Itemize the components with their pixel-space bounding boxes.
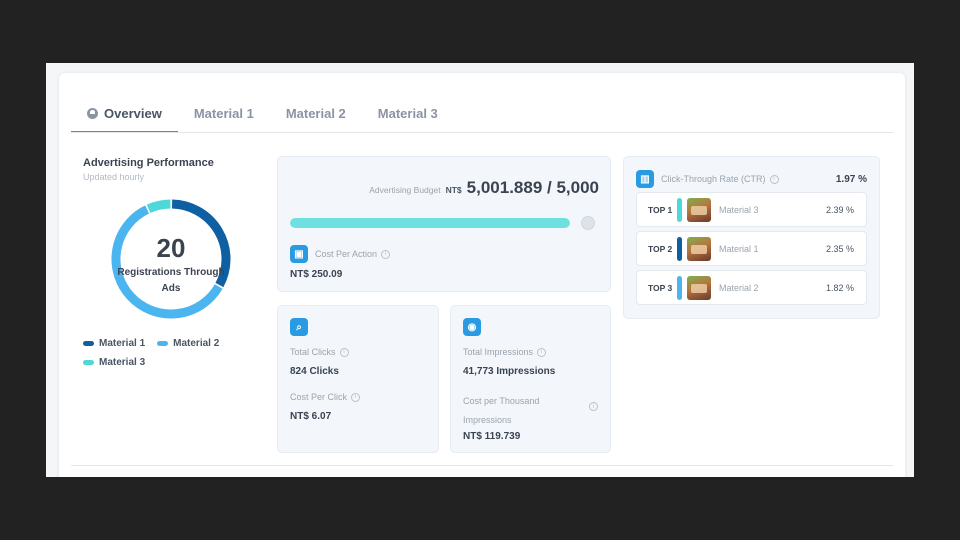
tab-label: Material 3	[377, 105, 438, 121]
eye-icon: ◉	[463, 318, 481, 336]
tab-bar: Overview Material 1 Material 2 Material …	[71, 95, 893, 133]
budget-progress-bar	[290, 218, 570, 228]
ctr-title-row: Click-Through Rate (CTR) i	[661, 174, 779, 184]
budget-row: Advertising Budget NT$ 5,001.889 / 5,000	[369, 178, 599, 198]
info-icon[interactable]: i	[381, 249, 391, 259]
impressions-value: 41,773 Impressions	[463, 366, 556, 377]
section-divider	[71, 465, 893, 466]
rank-ctr-value: 2.39 %	[825, 204, 854, 215]
legend-item-material-1: Material 1	[83, 338, 145, 349]
tab-label: Material 1	[193, 105, 254, 121]
budget-currency: NT$	[445, 185, 462, 195]
dashboard-page: Overview Material 1 Material 2 Material …	[46, 63, 914, 477]
clicks-label-row: Total Clicks i	[290, 347, 349, 357]
legend-swatch	[157, 341, 169, 346]
cpa-value: NT$ 250.09	[290, 269, 343, 280]
budget-more-icon	[581, 216, 595, 230]
overview-card: Overview Material 1 Material 2 Material …	[59, 73, 905, 477]
impressions-panel: ◉ Total Impressions i 41,773 Impressions…	[450, 305, 611, 453]
rank-color-bar	[677, 236, 682, 261]
rank-material-name: Material 1	[719, 243, 759, 254]
tab-material-2[interactable]: Material 2	[270, 95, 362, 131]
bar-chart-icon: ▥	[636, 170, 654, 188]
clicks-panel: ⌕ Total Clicks i 824 Clicks Cost Per Cli…	[277, 305, 439, 453]
ticket-icon: ▣	[290, 245, 308, 263]
donut-segment-material-3	[146, 199, 171, 213]
tab-divider	[71, 132, 893, 133]
cpm-label: Cost per Thousand Impressions	[463, 396, 540, 425]
performance-subtitle: Updated hourly	[83, 172, 145, 182]
legend-item-material-2: Material 2	[157, 338, 219, 349]
material-thumbnail	[687, 197, 711, 222]
registrations-label: Registrations Through Ads	[117, 267, 225, 294]
rank-label: TOP 3	[648, 282, 673, 293]
ctr-rank-row[interactable]: TOP 1 Material 3 2.39 %	[636, 192, 867, 227]
cpa-label-row: Cost Per Action i	[315, 249, 391, 259]
rank-ctr-value: 1.82 %	[825, 282, 854, 293]
legend-label: Material 3	[99, 357, 146, 368]
tab-overview[interactable]: Overview	[71, 95, 178, 133]
budget-value: 5,001.889 / 5,000	[466, 178, 599, 197]
legend-swatch	[83, 341, 94, 346]
budget-progress-fill	[290, 218, 570, 228]
ctr-rank-row[interactable]: TOP 3 Material 2 1.82 %	[636, 270, 867, 305]
donut-legend: Material 1 Material 2 Material 3	[83, 338, 253, 368]
legend-label: Material 2	[173, 338, 220, 349]
cpc-label-row: Cost Per Click i	[290, 392, 361, 402]
performance-title: Advertising Performance	[83, 157, 214, 169]
clicks-label: Total Clicks	[290, 347, 336, 357]
rank-material-name: Material 3	[719, 204, 759, 215]
cpc-label: Cost Per Click	[290, 392, 348, 402]
legend-label: Material 1	[99, 338, 146, 349]
budget-panel: Advertising Budget NT$ 5,001.889 / 5,000…	[277, 156, 611, 292]
rank-color-bar	[677, 275, 682, 300]
info-icon[interactable]: i	[769, 174, 779, 184]
budget-label: Advertising Budget	[369, 185, 441, 195]
legend-item-material-3: Material 3	[83, 357, 145, 368]
cpa-label: Cost Per Action	[315, 249, 378, 259]
rank-material-name: Material 2	[719, 282, 759, 293]
info-icon[interactable]: i	[589, 402, 598, 411]
registrations-total: 20	[156, 233, 186, 263]
tab-label: Material 2	[285, 105, 346, 121]
ctr-title: Click-Through Rate (CTR)	[661, 174, 766, 184]
click-icon: ⌕	[290, 318, 308, 336]
info-icon[interactable]: i	[351, 392, 361, 402]
ctr-rank-row[interactable]: TOP 2 Material 1 2.35 %	[636, 231, 867, 266]
cpm-value: NT$ 119.739	[463, 431, 521, 442]
ctr-header: ▥ Click-Through Rate (CTR) i 1.97 %	[636, 170, 867, 188]
cpc-value: NT$ 6.07	[290, 411, 332, 422]
impressions-label: Total Impressions	[463, 347, 534, 357]
ctr-total: 1.97 %	[835, 173, 867, 185]
tab-material-3[interactable]: Material 3	[362, 95, 454, 131]
rank-color-bar	[677, 197, 682, 222]
impressions-label-row: Total Impressions i	[463, 347, 547, 357]
info-icon[interactable]: i	[339, 347, 349, 357]
material-thumbnail	[687, 236, 711, 261]
rank-label: TOP 1	[648, 204, 673, 215]
legend-swatch	[83, 360, 94, 365]
chat-bubble-icon	[87, 107, 98, 119]
rank-ctr-value: 2.35 %	[825, 243, 854, 254]
tab-material-1[interactable]: Material 1	[178, 95, 270, 131]
clicks-value: 824 Clicks	[290, 366, 339, 377]
ctr-panel: ▥ Click-Through Rate (CTR) i 1.97 % TOP …	[623, 156, 880, 319]
material-thumbnail	[687, 275, 711, 300]
info-icon[interactable]: i	[537, 347, 547, 357]
rank-label: TOP 2	[648, 243, 673, 254]
tab-label: Overview	[104, 105, 162, 121]
